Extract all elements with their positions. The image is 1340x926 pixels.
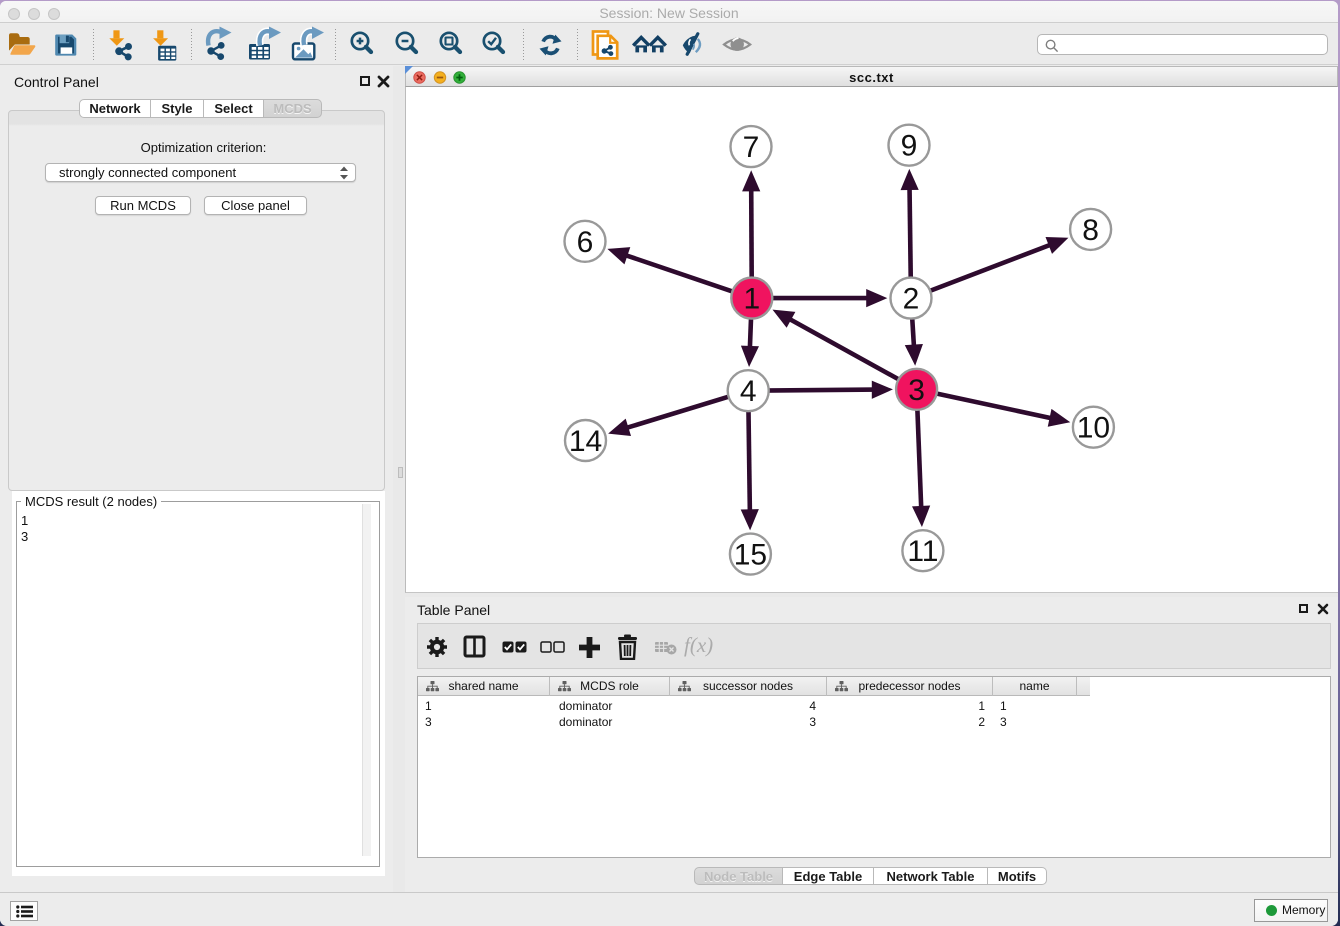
svg-text:14: 14 bbox=[569, 425, 602, 458]
svg-text:10: 10 bbox=[1077, 412, 1110, 445]
svg-text:15: 15 bbox=[734, 539, 767, 572]
svg-text:9: 9 bbox=[901, 130, 918, 163]
svg-text:11: 11 bbox=[907, 535, 938, 568]
svg-text:1: 1 bbox=[743, 283, 760, 316]
svg-text:3: 3 bbox=[908, 374, 925, 407]
svg-text:6: 6 bbox=[577, 226, 594, 259]
svg-text:2: 2 bbox=[903, 283, 920, 316]
svg-text:8: 8 bbox=[1082, 214, 1099, 247]
svg-text:4: 4 bbox=[740, 375, 757, 408]
svg-text:7: 7 bbox=[743, 131, 760, 164]
